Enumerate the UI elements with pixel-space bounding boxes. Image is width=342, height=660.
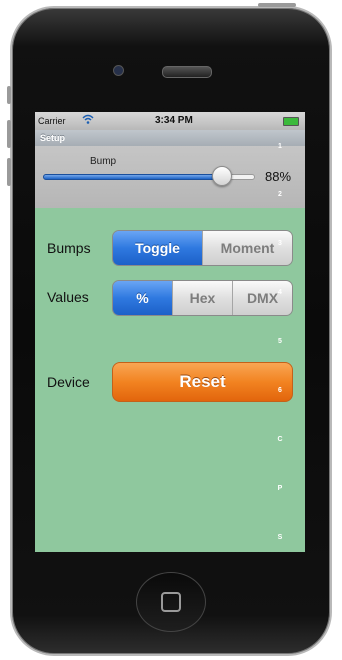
front-camera (113, 65, 124, 76)
bump-slider-fill (43, 174, 222, 180)
bumps-label: Bumps (47, 240, 91, 256)
section-index-item[interactable]: 3 (270, 240, 290, 247)
reset-button[interactable]: Reset (112, 362, 293, 402)
section-index-item[interactable]: C (270, 436, 290, 443)
section-index-item[interactable]: S (270, 534, 290, 541)
section-index-item[interactable]: P (270, 485, 290, 492)
volume-down-button (7, 158, 11, 186)
values-label: Values (47, 289, 89, 305)
values-percent-segment[interactable]: % (113, 281, 172, 315)
bump-slider-thumb[interactable] (211, 166, 232, 186)
carrier-label: Carrier (38, 116, 66, 126)
section-index-item[interactable]: 5 (270, 338, 290, 345)
section-index[interactable]: 1 2 3 4 5 6 C P S (270, 112, 290, 552)
bumps-toggle-segment[interactable]: Toggle (113, 231, 202, 265)
bumps-segmented-control[interactable]: Toggle Moment (112, 230, 293, 266)
setup-section-header: Setup (35, 130, 305, 146)
app-screen: Carrier 3:34 PM Setup Bump 88% Bumps Tog… (35, 112, 305, 552)
home-button[interactable] (136, 572, 206, 632)
earpiece-speaker (162, 66, 212, 78)
status-bar: Carrier 3:34 PM (35, 112, 305, 130)
sleep-button (258, 3, 296, 7)
mute-switch (7, 86, 11, 104)
home-square-icon (161, 592, 181, 612)
values-segmented-control[interactable]: % Hex DMX (112, 280, 293, 316)
device-label: Device (47, 374, 90, 390)
status-time: 3:34 PM (155, 115, 193, 126)
setup-section: Setup Bump 88% (35, 130, 305, 208)
section-index-item[interactable]: 4 (270, 289, 290, 296)
wifi-icon (82, 113, 94, 128)
section-index-item[interactable]: 6 (270, 387, 290, 394)
bump-slider-label: Bump (90, 156, 117, 167)
section-index-item[interactable]: 2 (270, 191, 290, 198)
section-index-item[interactable]: 1 (270, 143, 290, 150)
values-hex-segment[interactable]: Hex (172, 281, 232, 315)
volume-up-button (7, 120, 11, 148)
